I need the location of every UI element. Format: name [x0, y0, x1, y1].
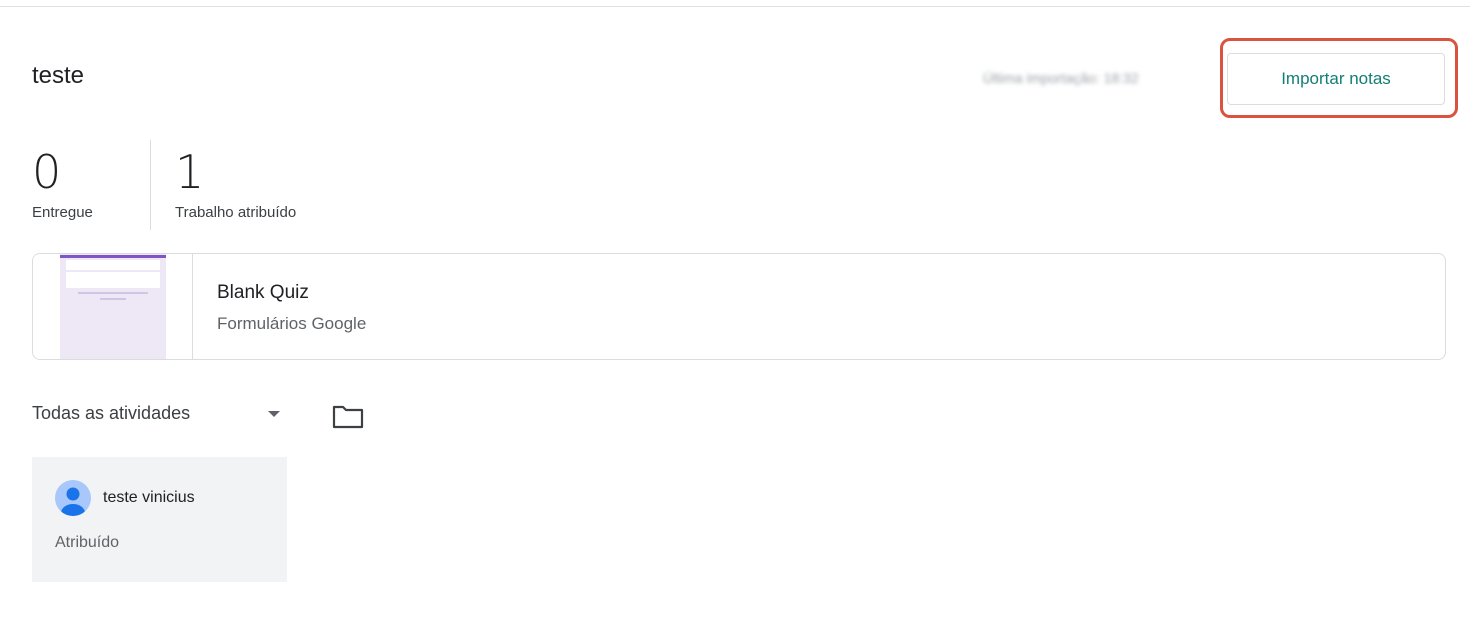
stat-turned-in-value: 0	[32, 145, 62, 199]
student-name: teste vinicius	[103, 489, 195, 506]
forms-preview-image	[60, 254, 166, 359]
attachment-title: Blank Quiz	[217, 282, 309, 303]
activity-filter-label: Todas as atividades	[32, 403, 191, 423]
attachment-thumbnail	[33, 254, 193, 359]
attachment-type: Formulários Google	[217, 314, 367, 333]
folder-icon[interactable]	[331, 402, 365, 430]
stat-turned-in-label: Entregue	[32, 204, 93, 221]
stat-assigned-value: 1	[175, 145, 205, 199]
student-card[interactable]: teste vinicius Atribuído	[32, 457, 287, 582]
account-circle-icon	[55, 480, 91, 516]
attachment-card[interactable]: Blank Quiz Formulários Google	[32, 253, 1446, 360]
import-grades-button[interactable]: Importar notas	[1227, 53, 1445, 105]
stat-assigned[interactable]: 1 Trabalho atribuído	[175, 140, 296, 221]
arrow-drop-down-icon[interactable]	[268, 411, 280, 417]
assignment-title: teste	[32, 62, 85, 89]
stats-divider	[150, 140, 151, 230]
last-import-text: Última importação: 18:32	[983, 70, 1139, 86]
activity-filter-select[interactable]: Todas as atividades	[32, 403, 190, 424]
top-divider	[0, 6, 1470, 7]
stat-turned-in[interactable]: 0 Entregue	[32, 140, 93, 221]
student-status: Atribuído	[55, 534, 120, 551]
stat-assigned-label: Trabalho atribuído	[175, 204, 297, 221]
